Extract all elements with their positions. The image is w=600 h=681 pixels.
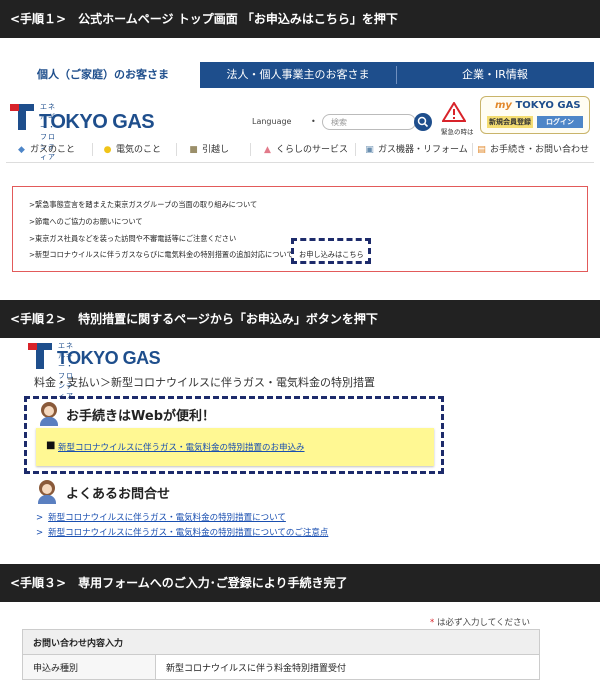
main-nav: ◆ ガスのこと ● 電気のこと ■ 引越し ▲ くらしのサービス ▣ ガス機器・リフォーム… [6,138,594,160]
tab-corporate[interactable]: 企業・IR情報 [396,62,594,88]
document-icon: ▤ [477,145,486,155]
bullet-square-icon: ■ [46,440,56,451]
faq-link[interactable]: > 新型コロナウイルスに伴うガス・電気料金の特別措置についてのご注意点 [36,526,328,538]
flame-icon: ◆ [18,145,25,155]
my-tokyo-gas-title: my TOKYO GAS [495,100,581,111]
logo-text: TOKYO GAS [39,111,155,133]
search-input[interactable]: 検索 [322,114,416,130]
emergency-button[interactable]: 緊急の時は [441,101,474,136]
audience-tabbar: 個人（ご家庭）のお客さま 法人・個人事業主のお客さま 企業・IR情報 [6,62,594,90]
breadcrumb[interactable]: 料金・支払い＞新型コロナウイルスに伴うガス・電気料金の特別措置 [34,374,375,390]
form-section-header: お問い合わせ内容入力 [22,629,540,655]
required-mark: * [430,618,435,628]
search-button[interactable] [414,113,432,131]
notice-item[interactable]: >新型コロナウイルスに伴うガスならびに電気料金の特別措置の追加対応について [29,250,294,260]
apply-callout: ■ 新型コロナウイルスに伴うガス・電気料金の特別措置のお申込み [36,428,434,466]
nav-moving[interactable]: ■ 引越し [188,142,229,155]
lightbulb-icon: ● [103,145,112,155]
appliance-icon: ▣ [365,145,374,155]
chevron-right-icon: > [36,528,44,538]
web-procedure-heading: お手続きはWebが便利！ [66,409,215,424]
form-row-label: 申込み種別 [22,654,156,680]
nav-gas[interactable]: ◆ ガスのこと [16,142,75,155]
language-label[interactable]: Language [252,117,291,126]
notice-item[interactable]: >東京ガス社員などを装った訪問や不審電話等にご注意ください [29,234,236,244]
required-note: * は必ず入力してください [430,618,530,628]
faq-link[interactable]: > 新型コロナウイルスに伴うガス・電気料金の特別措置について [36,511,286,523]
notice-item[interactable]: >緊急事態宣言を踏まえた東京ガスグループの当面の取り組みについて [29,200,257,210]
special-measures-apply-link[interactable]: 新型コロナウイルスに伴うガス・電気料金の特別措置のお申込み [58,441,305,453]
login-button[interactable]: ログイン [537,116,583,128]
warning-icon [441,101,467,122]
register-button[interactable]: 新規会員登録 [487,116,533,128]
logo-mark-icon [28,343,52,369]
language-bullet: • [311,117,316,126]
my-tokyo-gas-panel: my TOKYO GAS 新規会員登録 ログイン [480,96,590,134]
step1-header: <手順１> 公式ホームページ トップ画面 「お申込みはこちら」を押下 [0,0,600,38]
step3-header: <手順３> 専用フォームへのご入力･ご登録により手続き完了 [0,564,600,602]
inquiry-form-table: お問い合わせ内容入力 申込み種別 新型コロナウイルスに伴う料金特別措置受付 [22,629,540,680]
step2-header: <手順２> 特別措置に関するページから「お申込み」ボタンを押下 [0,300,600,338]
nav-appliances[interactable]: ▣ ガス機器・リフォーム [364,142,468,155]
emergency-label: 緊急の時は [441,128,474,136]
operator-avatar-icon [36,480,58,504]
search-icon [417,116,429,128]
operator-avatar-icon [38,402,60,426]
house-icon: ▲ [264,145,271,155]
nav-procedures[interactable]: ▤ お手続き・お問い合わせ [476,142,589,155]
chevron-right-icon: > [36,513,44,523]
nav-electricity[interactable]: ● 電気のこと [102,142,161,155]
notice-item[interactable]: >節電へのご協力のお願いについて [29,217,143,227]
tab-business[interactable]: 法人・個人事業主のお客さま [200,62,396,88]
nav-lifestyle[interactable]: ▲ くらしのサービス [262,142,348,155]
highlight-dashed-box [291,238,371,264]
logo-text: TOKYO GAS [57,348,161,368]
logo-mark-icon [10,104,34,130]
application-type-value[interactable]: 新型コロナウイルスに伴う料金特別措置受付 [155,654,540,680]
tab-personal[interactable]: 個人（ご家庭）のお客さま [6,62,200,90]
nav-divider [6,162,594,163]
faq-heading: よくあるお問合せ [66,487,171,502]
truck-icon: ■ [189,145,198,155]
